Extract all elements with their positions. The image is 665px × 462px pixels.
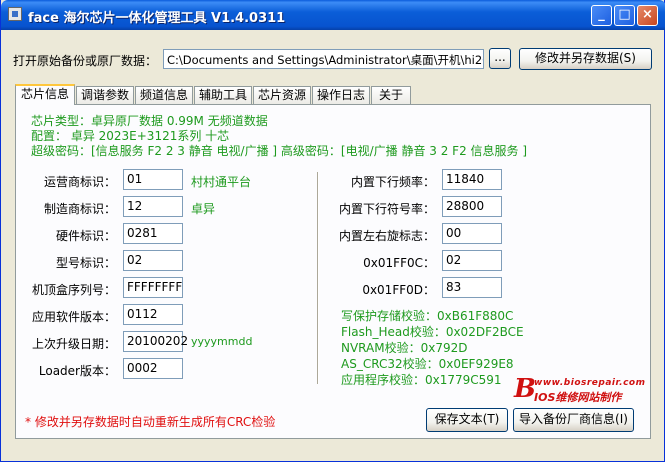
operator-id-field[interactable]: 01: [123, 169, 183, 190]
window-title: face 海尔芯片一体化管理工具 V1.4.0311: [28, 11, 286, 26]
manufacturer-id-label: 制造商标识：: [43, 202, 116, 216]
addr-01ff0d-label: 0x01FF0D：: [362, 283, 435, 297]
browse-button[interactable]: ...: [489, 48, 511, 69]
title-bar[interactable]: face 海尔芯片一体化管理工具 V1.4.0311 _ □ ×: [1, 0, 665, 30]
tab-about[interactable]: 关于: [371, 86, 411, 104]
minimize-button[interactable]: _: [591, 5, 612, 26]
app-version-label: 应用软件版本：: [31, 310, 116, 324]
addr-01ff0c-label: 0x01FF0C：: [363, 256, 435, 270]
downlink-freq-field[interactable]: 11840: [442, 169, 502, 190]
stb-serial-label: 机顶盒序列号：: [31, 283, 116, 297]
save-text-button[interactable]: 保存文本(T): [426, 408, 508, 432]
hardware-id-field[interactable]: 0281: [123, 223, 183, 244]
import-vendor-info-button[interactable]: 导入备份厂商信息(I): [513, 408, 634, 432]
operator-id-note: 村村通平台: [191, 175, 252, 189]
manufacturer-id-field[interactable]: 12: [123, 196, 183, 217]
tab-operation-log[interactable]: 操作日志: [312, 86, 370, 104]
model-id-label: 型号标识：: [55, 256, 116, 270]
tab-channel-info[interactable]: 频道信息: [135, 86, 193, 104]
polarization-flag-field[interactable]: 00: [442, 223, 502, 244]
checksum-application: 应用程序校验：0x1779C591: [341, 373, 502, 387]
hardware-id-label: 硬件标识：: [55, 229, 116, 243]
checksum-write-protect: 写保护存储校验：0xB61F880C: [341, 309, 514, 323]
tab-chip-info[interactable]: 芯片信息: [15, 84, 75, 105]
app-icon[interactable]: [8, 7, 22, 21]
app-version-field[interactable]: 0112: [123, 304, 183, 325]
maximize-button[interactable]: □: [614, 5, 635, 26]
last-upgrade-label: 上次升级日期：: [31, 337, 116, 351]
loader-version-label: Loader版本：: [38, 364, 116, 378]
watermark-b-letter: B: [514, 374, 536, 404]
close-button[interactable]: ×: [637, 5, 658, 26]
operator-id-label: 运营商标识：: [43, 175, 116, 189]
polarization-flag-label: 内置左右旋标志：: [338, 229, 435, 243]
checksum-nvram: NVRAM校验：0x792D: [341, 341, 468, 355]
checksum-flash-head: Flash_Head校验：0x02DF2BCE: [341, 325, 524, 339]
file-path-field[interactable]: C:\Documents and Settings\Administrator\…: [163, 49, 484, 69]
downlink-symbol-rate-label: 内置下行符号率：: [338, 202, 435, 216]
downlink-freq-label: 内置下行频率：: [350, 175, 435, 189]
date-format-note: yyyymmdd: [191, 335, 253, 348]
loader-version-field[interactable]: 0002: [123, 358, 183, 379]
tab-chip-resources[interactable]: 芯片资源: [253, 86, 311, 104]
tab-tuning-params[interactable]: 调谐参数: [76, 86, 134, 104]
addr-01ff0d-field[interactable]: 83: [442, 277, 502, 298]
open-file-label: 打开原始备份或原厂数据：: [13, 54, 158, 68]
manufacturer-id-note: 卓异: [191, 202, 216, 216]
watermark-url: www.biosrepair.com: [534, 378, 646, 388]
downlink-symbol-rate-field[interactable]: 28800: [442, 196, 502, 217]
model-id-field[interactable]: 02: [123, 250, 183, 271]
column-divider: [317, 172, 319, 384]
app-window: face 海尔芯片一体化管理工具 V1.4.0311 _ □ × 打开原始备份或…: [0, 0, 665, 462]
stb-serial-field[interactable]: FFFFFFFF: [123, 277, 183, 298]
addr-01ff0c-field[interactable]: 02: [442, 250, 502, 271]
checksum-as-crc32: AS_CRC32校验：0x0EF929E8: [341, 357, 514, 371]
tab-aux-tools[interactable]: 辅助工具: [194, 86, 252, 104]
last-upgrade-field[interactable]: 20100202: [123, 331, 188, 352]
watermark-brand: IOS维修网站制作: [534, 391, 622, 404]
password-text: 超级密码：[信息服务 F2 2 3 静音 电视/广播 ] 高级密码：[电视/广播…: [31, 144, 528, 158]
save-as-button[interactable]: 修改并另存数据(S): [519, 48, 652, 70]
crc-note: * 修改并另存数据时自动重新生成所有CRC检验: [25, 415, 276, 429]
